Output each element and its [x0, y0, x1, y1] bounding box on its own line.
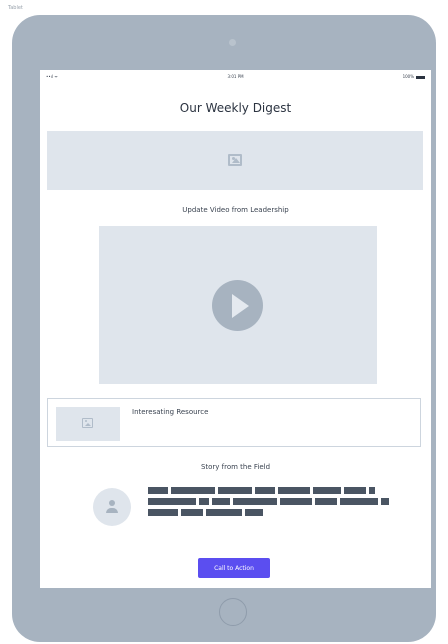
story-heading: Story from the Field [200, 463, 271, 471]
battery-status: 100% [403, 74, 425, 79]
redacted-line [148, 498, 196, 505]
battery-percent: 100% [402, 74, 414, 79]
resource-title: Interesating Resource [132, 408, 209, 416]
redacted-line [171, 487, 215, 494]
redacted-line [340, 498, 378, 505]
home-button-icon[interactable] [219, 598, 247, 626]
redacted-line [212, 498, 230, 505]
frame-label: Tablet [8, 5, 23, 11]
redacted-line [233, 498, 277, 505]
redacted-line [344, 487, 366, 494]
redacted-line [245, 509, 263, 516]
hero-image-placeholder [47, 131, 423, 190]
redacted-line [280, 498, 312, 505]
redacted-line [315, 498, 337, 505]
image-icon [82, 418, 93, 428]
resource-card[interactable]: Interesating Resource [47, 398, 421, 447]
battery-icon [416, 75, 425, 79]
redacted-line [199, 498, 209, 505]
camera-icon [229, 39, 236, 46]
resource-thumbnail [56, 407, 120, 441]
story-text-placeholder [148, 487, 398, 529]
video-player[interactable] [99, 226, 377, 384]
status-bar: ••ıl ᯤ 3:01 PM 100% [40, 70, 431, 84]
redacted-line [313, 487, 341, 494]
status-time: 3:01 PM [227, 74, 244, 79]
redacted-line [148, 487, 168, 494]
redacted-line [218, 487, 252, 494]
video-heading: Update Video from Leadership [182, 206, 289, 214]
redacted-line [206, 509, 242, 516]
tablet-screen: ••ıl ᯤ 3:01 PM 100% Our Weekly Digest Up… [40, 70, 431, 588]
call-to-action-button[interactable]: Call to Action [198, 558, 270, 578]
redacted-line [278, 487, 310, 494]
avatar [93, 488, 131, 526]
redacted-line [369, 487, 375, 494]
redacted-line [381, 498, 389, 505]
redacted-line [255, 487, 275, 494]
play-icon[interactable] [212, 280, 263, 331]
redacted-line [181, 509, 203, 516]
image-icon [228, 154, 242, 166]
page-title: Our Weekly Digest [179, 101, 292, 115]
redacted-line [148, 509, 178, 516]
person-icon [109, 500, 115, 506]
